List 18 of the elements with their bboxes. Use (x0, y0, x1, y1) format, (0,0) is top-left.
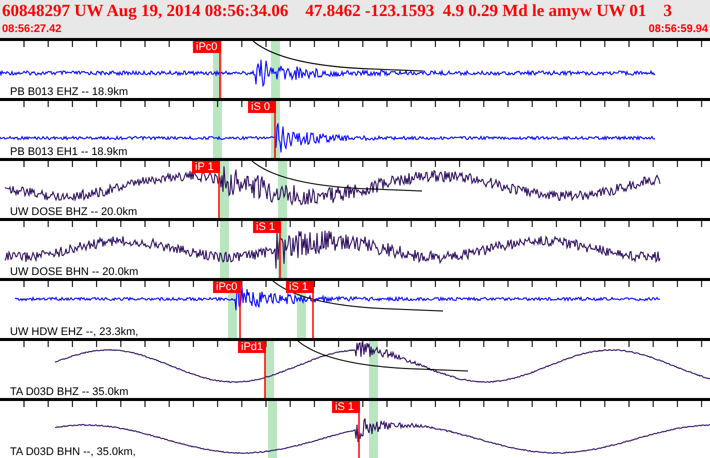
end-time: 08:56:59.94 (648, 22, 708, 36)
pick-label[interactable]: iS 1 (253, 221, 281, 233)
pick-label[interactable]: iP 1 (192, 161, 220, 173)
pick-label[interactable]: iPd1 (238, 341, 266, 353)
station-label: TA D03D BHN --, 35.0km, (10, 446, 136, 458)
station-label: UW DOSE BHN -- 20.0km (10, 266, 138, 278)
station-label: PB B013 EHZ -- 18.9km (10, 86, 128, 98)
pick-label[interactable]: iS 0 (248, 101, 276, 113)
station-label: UW DOSE BHZ -- 20.0km (10, 206, 138, 218)
start-time: 08:56:27.42 (2, 22, 62, 36)
pick-label[interactable]: iS 1 (286, 281, 314, 293)
pick-label[interactable]: iPc0 (193, 41, 221, 53)
event-title: 60848297 UW Aug 19, 2014 08:56:34.06 47.8462 -123.1593 4.9 0.29 Md le amyw UW 01 3 (2, 0, 673, 22)
pick-label[interactable]: iPc0 (213, 281, 241, 293)
station-label: UW HDW EHZ --, 23.3km, (10, 326, 138, 338)
station-label: TA D03D BHZ -- 35.0km (10, 386, 128, 398)
pick-label[interactable]: iS 1 (332, 401, 360, 413)
station-label: PB B013 EH1 -- 18.9km (10, 146, 128, 158)
